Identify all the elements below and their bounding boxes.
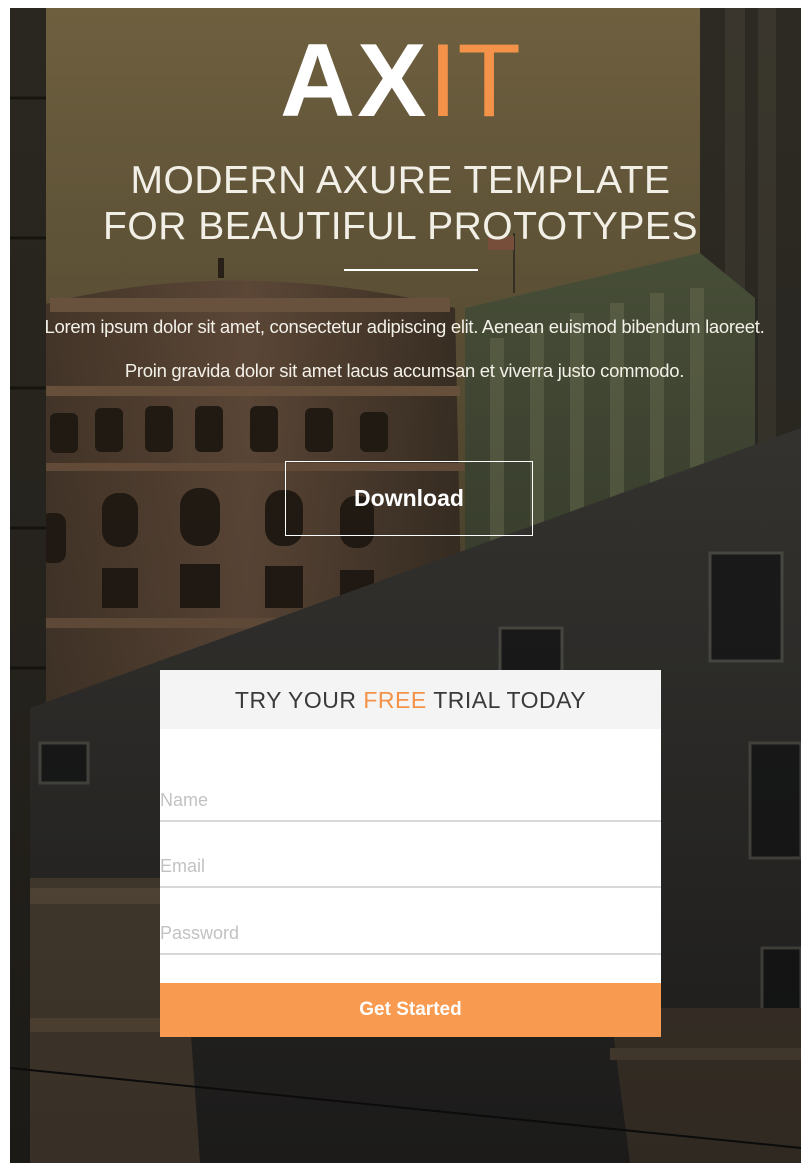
- get-started-button[interactable]: Get Started: [160, 983, 661, 1037]
- landing-page: AXIT MODERN AXURE TEMPLATE FOR BEAUTIFUL…: [0, 0, 801, 1163]
- password-field[interactable]: [160, 913, 661, 955]
- brand-logo: AXIT: [0, 26, 801, 136]
- logo-primary-text: AX: [280, 23, 429, 139]
- email-field[interactable]: [160, 846, 661, 888]
- name-field[interactable]: [160, 780, 661, 822]
- title-highlight: FREE: [363, 687, 427, 713]
- download-button[interactable]: Download: [285, 461, 533, 536]
- headline-line-1: MODERN AXURE TEMPLATE: [130, 159, 671, 202]
- trial-form-title: TRY YOUR FREE TRIAL TODAY: [160, 670, 661, 729]
- title-suffix: TRIAL TODAY: [426, 687, 587, 713]
- headline-line-2: FOR BEAUTIFUL PROTOTYPES: [103, 205, 698, 248]
- logo-accent-text: IT: [428, 23, 521, 139]
- title-prefix: TRY YOUR: [234, 687, 364, 713]
- hero-description: Lorem ipsum dolor sit amet, consectetur …: [44, 316, 765, 381]
- hero-headline: MODERN AXURE TEMPLATE FOR BEAUTIFUL PROT…: [0, 158, 801, 250]
- hero-divider: [344, 269, 478, 271]
